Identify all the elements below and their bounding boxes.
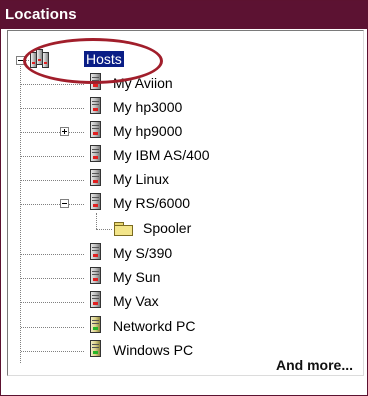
collapse-toggle-my-rs6000[interactable] <box>60 199 69 208</box>
tree-node-label: My IBM AS/400 <box>113 147 210 163</box>
server-icon <box>90 169 102 188</box>
pc-icon <box>90 316 102 335</box>
tree-connector <box>21 254 84 255</box>
tree-connector <box>21 302 84 303</box>
tree-node-label: My Vax <box>113 293 159 309</box>
server-icon <box>90 121 102 140</box>
pc-icon <box>90 340 102 359</box>
tree-connector <box>21 204 60 205</box>
tree-connector <box>69 204 84 205</box>
tree-connector <box>69 132 84 133</box>
and-more-label: And more... <box>275 357 353 373</box>
tree-node-label: My Sun <box>113 269 161 285</box>
server-icon <box>90 97 102 116</box>
locations-panel: Locations Hosts My Aviion My hp3000 My h… <box>0 0 368 396</box>
server-icon <box>90 145 102 164</box>
tree-connector <box>21 132 60 133</box>
locations-tree[interactable]: Hosts My Aviion My hp3000 My hp9000 My I… <box>7 30 364 376</box>
tree-connector <box>96 229 112 230</box>
server-icon <box>90 243 102 262</box>
server-icon <box>90 291 102 310</box>
expand-toggle-my-hp9000[interactable] <box>60 127 69 136</box>
folder-icon <box>114 222 134 236</box>
tree-connector <box>21 278 84 279</box>
tree-node-label: Networkd PC <box>113 318 196 334</box>
tree-connector <box>21 327 84 328</box>
tree-connector <box>21 156 84 157</box>
highlight-oval <box>23 38 163 84</box>
tree-node-label: My Linux <box>113 171 170 187</box>
server-icon <box>90 193 102 212</box>
tree-node-label: My hp3000 <box>113 99 183 115</box>
tree-connector <box>21 108 84 109</box>
tree-node-label: My S/390 <box>113 245 173 261</box>
panel-title: Locations <box>5 6 77 23</box>
tree-node-label: Spooler <box>143 220 192 236</box>
tree-guide-line <box>96 213 97 229</box>
tree-node-label: My hp9000 <box>113 123 183 139</box>
tree-node-label: My RS/6000 <box>113 195 191 211</box>
tree-connector <box>21 351 84 352</box>
tree-node-label: Windows PC <box>113 342 194 358</box>
tree-connector <box>21 180 84 181</box>
tree-connector <box>21 84 84 85</box>
panel-title-bar: Locations <box>1 1 367 29</box>
server-icon <box>90 267 102 286</box>
